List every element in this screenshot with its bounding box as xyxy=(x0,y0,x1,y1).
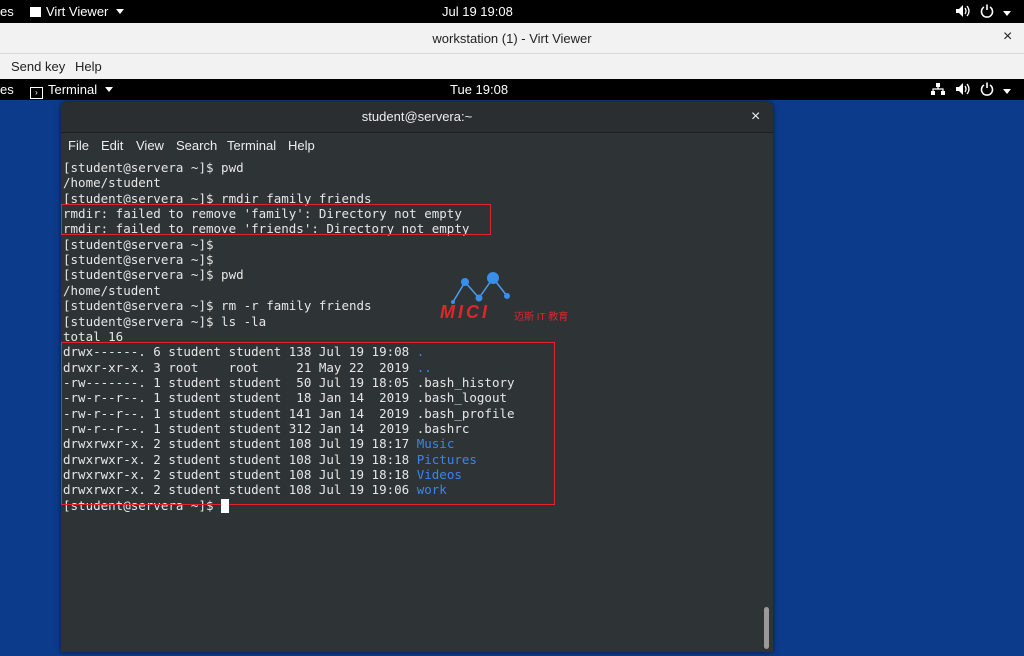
terminal-title: student@servera:~ xyxy=(361,109,473,124)
terminal-line: [student@servera ~]$ pwd xyxy=(63,160,244,175)
close-button[interactable]: × xyxy=(751,102,760,132)
terminal-titlebar[interactable]: student@servera:~ × xyxy=(61,102,773,133)
terminal-line-text: [student@servera ~]$ rm -r family friend… xyxy=(63,298,372,314)
terminal-line: [student@servera ~]$ rm -r family friend… xyxy=(63,298,372,313)
menu-search[interactable]: Search xyxy=(176,138,217,153)
terminal-output[interactable]: [student@servera ~]$ pwd/home/student [st… xyxy=(61,157,761,652)
terminal-line: [student@servera ~]$ ls -la xyxy=(63,314,266,329)
virt-viewer-menubar: Send key Help xyxy=(0,54,1024,80)
terminal-line: /home/student xyxy=(63,175,161,190)
terminal-line-text: /home/student xyxy=(63,175,161,191)
terminal-line: /home/student xyxy=(63,283,161,298)
menu-send-key[interactable]: Send key xyxy=(11,59,65,74)
close-button[interactable]: × xyxy=(1003,28,1012,46)
watermark-logo-text: MICI xyxy=(440,302,490,322)
power-icon[interactable] xyxy=(980,4,994,21)
menu-help[interactable]: Help xyxy=(288,138,315,153)
listing-highlight-box xyxy=(61,342,555,505)
scrollbar[interactable] xyxy=(764,607,769,649)
watermark-subtext: 迈斯 IT 教育 xyxy=(514,312,569,323)
caret-down-icon[interactable] xyxy=(1003,4,1011,19)
clock[interactable]: Tue 19:08 xyxy=(450,82,508,97)
window-title: workstation (1) - Virt Viewer xyxy=(432,31,592,46)
activities-button[interactable]: es xyxy=(0,4,14,19)
terminal-line: [student@servera ~]$ xyxy=(63,252,214,267)
menu-view[interactable]: View xyxy=(136,138,164,153)
caret-down-icon xyxy=(116,9,125,14)
virt-viewer-titlebar[interactable]: workstation (1) - Virt Viewer × xyxy=(0,23,1024,54)
terminal-line: [student@servera ~]$ xyxy=(63,237,214,252)
caret-down-icon xyxy=(104,87,113,92)
terminal-line-text: [student@servera ~]$ pwd xyxy=(63,267,244,283)
guest-top-bar: es › Terminal Tue 19:08 xyxy=(0,79,1024,100)
window-icon xyxy=(30,7,41,17)
power-icon[interactable] xyxy=(980,82,994,99)
error-highlight-box xyxy=(61,204,491,235)
terminal-window[interactable]: student@servera:~ × File Edit View Searc… xyxy=(61,102,773,652)
watermark-logo: MICI 迈斯 IT 教育 xyxy=(438,270,598,330)
terminal-line-text: [student@servera ~]$ xyxy=(63,252,214,268)
menu-terminal[interactable]: Terminal xyxy=(227,138,276,153)
volume-icon[interactable] xyxy=(955,4,971,21)
caret-down-icon[interactable] xyxy=(1003,82,1011,97)
activities-button[interactable]: es xyxy=(0,82,14,97)
terminal-line-text: /home/student xyxy=(63,282,161,298)
terminal-line: [student@servera ~]$ pwd xyxy=(63,267,244,282)
clock[interactable]: Jul 19 19:08 xyxy=(442,4,513,19)
terminal-line-text: [student@servera ~]$ xyxy=(63,236,214,252)
terminal-menubar: File Edit View Search Terminal Help xyxy=(61,133,773,157)
menu-help[interactable]: Help xyxy=(75,59,102,74)
app-menu[interactable]: › Terminal xyxy=(30,82,113,99)
terminal-line-text: [student@servera ~]$ pwd xyxy=(63,160,244,175)
app-menu-label: Terminal xyxy=(48,82,98,97)
volume-icon[interactable] xyxy=(955,82,971,99)
menu-file[interactable]: File xyxy=(68,138,89,153)
text-cursor xyxy=(221,498,230,513)
terminal-icon: › xyxy=(30,87,43,99)
network-icon[interactable] xyxy=(931,82,945,99)
app-menu[interactable]: Virt Viewer xyxy=(30,4,125,19)
app-menu-label: Virt Viewer xyxy=(46,4,109,19)
menu-edit[interactable]: Edit xyxy=(101,138,123,153)
host-top-bar: es Virt Viewer Jul 19 19:08 xyxy=(0,0,1024,23)
terminal-line-text: [student@servera ~]$ ls -la xyxy=(63,313,267,329)
